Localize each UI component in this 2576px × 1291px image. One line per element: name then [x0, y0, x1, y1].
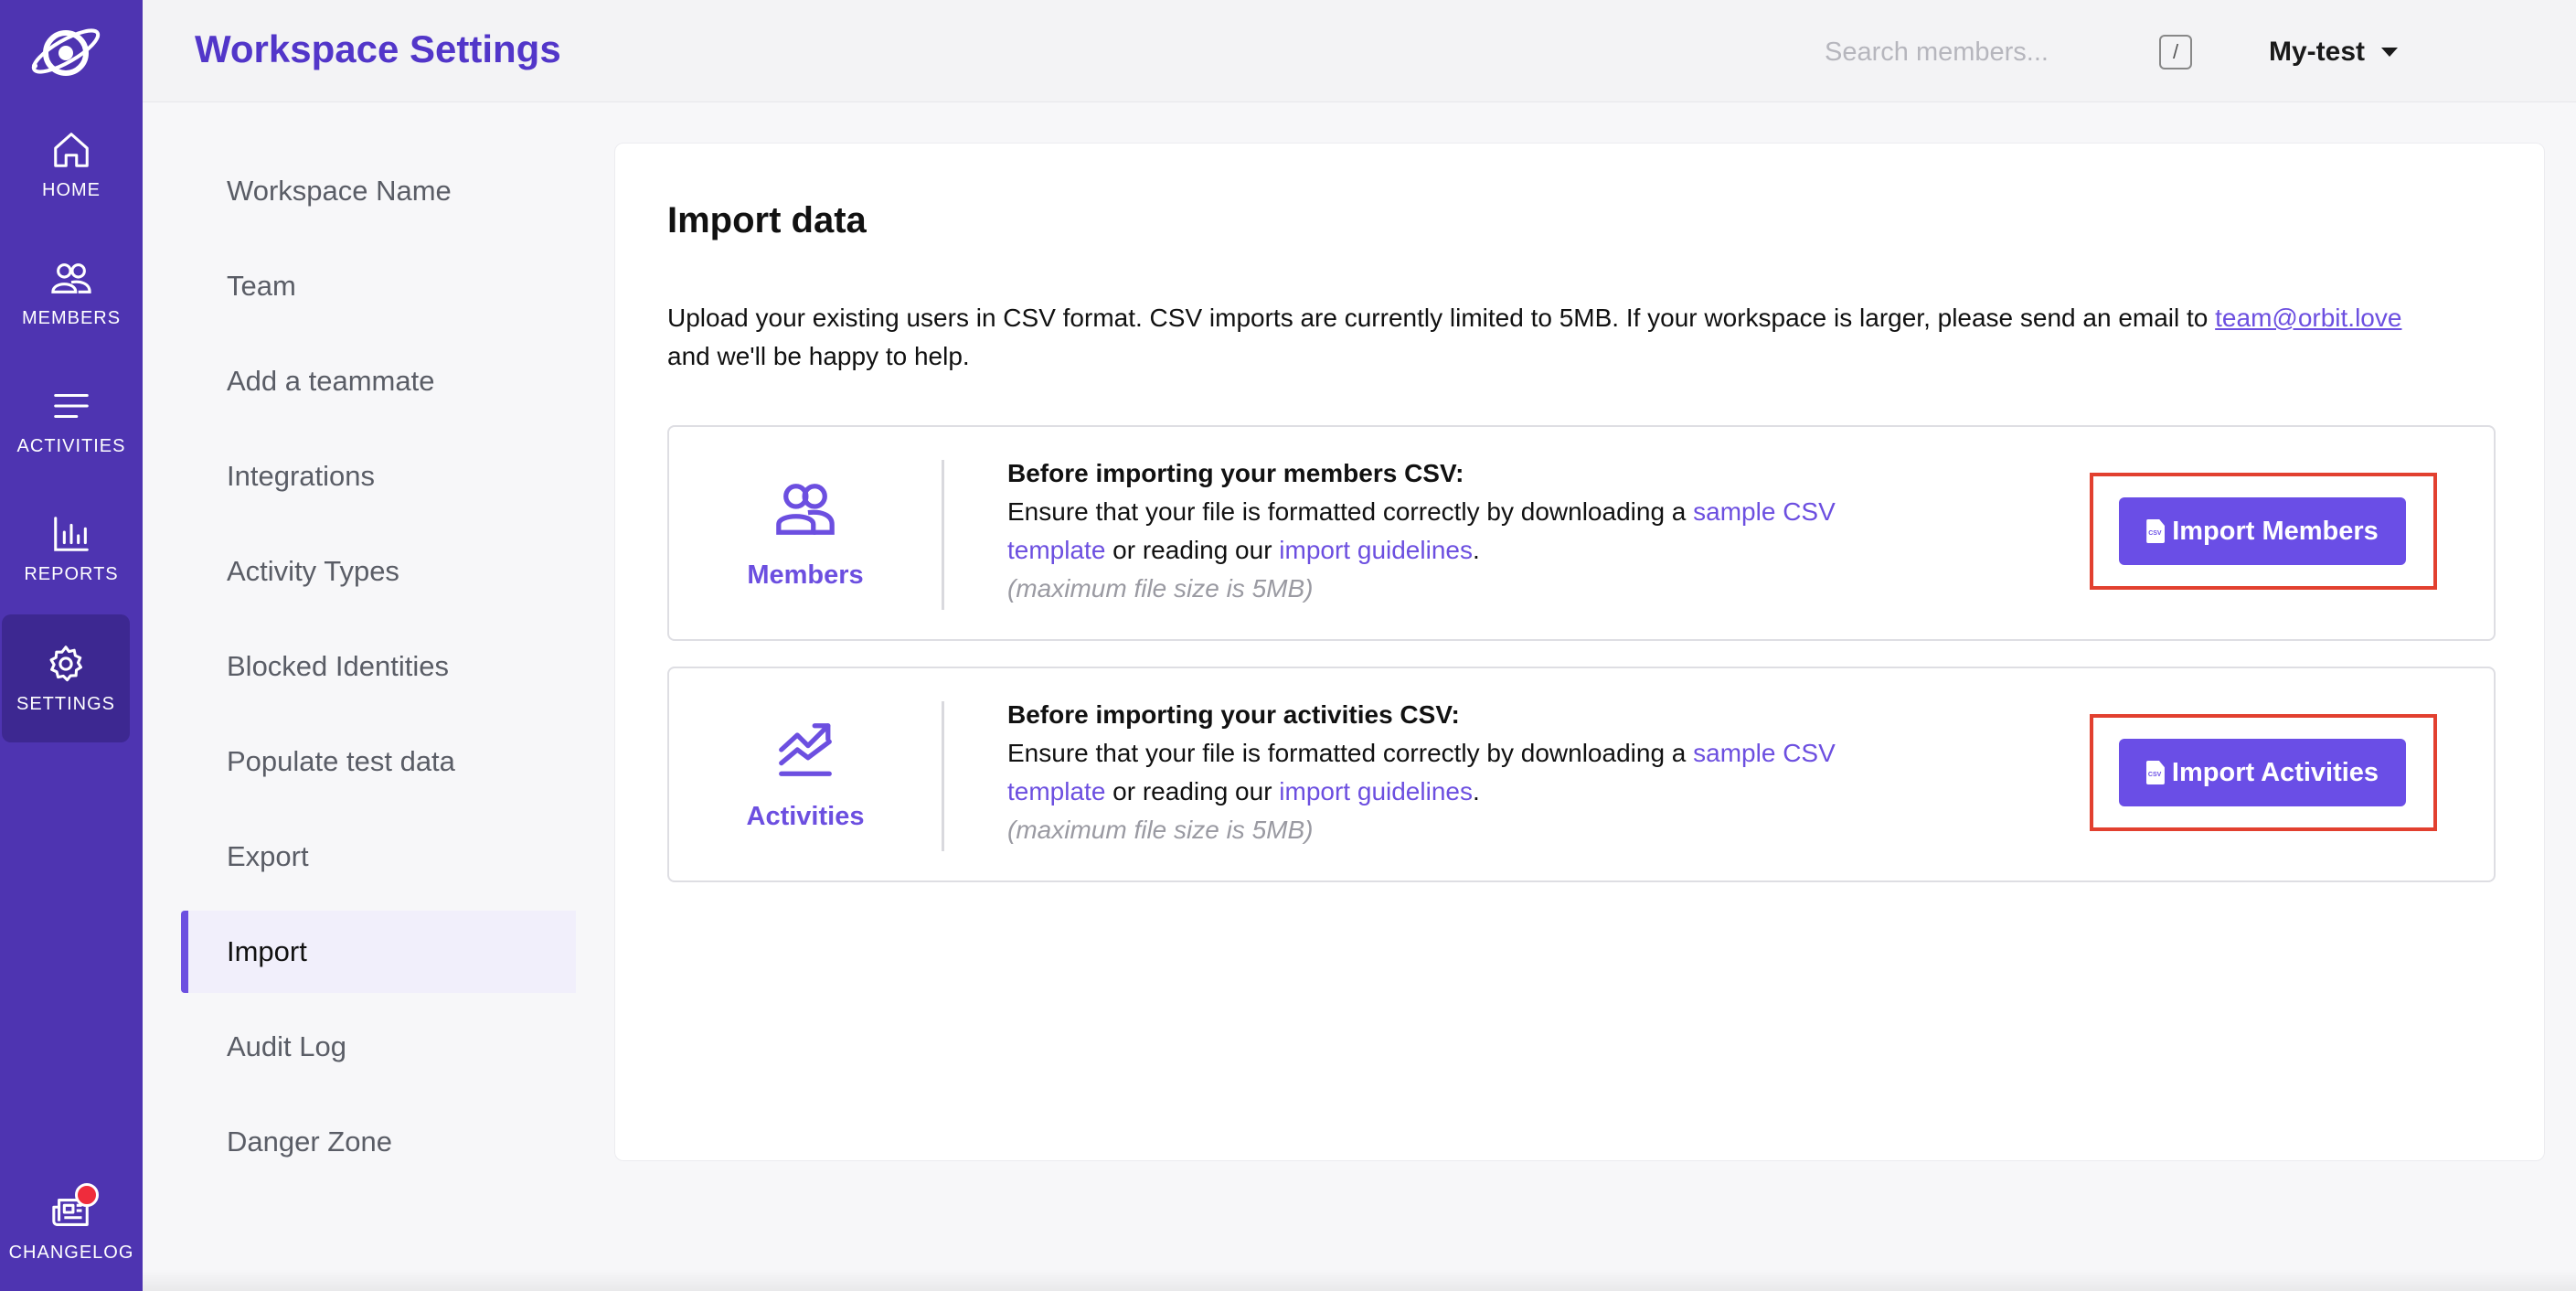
notification-badge	[75, 1183, 99, 1207]
home-icon	[54, 132, 89, 167]
divider	[942, 701, 944, 851]
rail-activities[interactable]: ACTIVITIES	[0, 357, 143, 485]
top-bar: Workspace Settings / My-test	[143, 0, 2576, 102]
settings-nav-team[interactable]: Team	[181, 245, 576, 327]
settings-nav-audit-log[interactable]: Audit Log	[181, 1006, 576, 1088]
settings-nav-danger-zone[interactable]: Danger Zone	[181, 1101, 576, 1183]
activities-box-label: Activities	[746, 801, 865, 831]
settings-nav-blocked-identities[interactable]: Blocked Identities	[181, 625, 576, 708]
search-input[interactable]	[1825, 27, 2126, 77]
instructions-text: .	[1472, 536, 1480, 564]
activities-icon	[54, 393, 89, 418]
section-title: Import data	[667, 200, 867, 240]
intro-tail: and we'll be happy to help.	[667, 342, 970, 370]
reports-icon	[54, 516, 89, 551]
workspace-switcher[interactable]: My-test	[2269, 29, 2399, 75]
activities-box-header: Activities	[669, 668, 942, 880]
page-title: Workspace Settings	[195, 27, 561, 70]
settings-nav-add-teammate[interactable]: Add a teammate	[181, 340, 576, 422]
rail-home[interactable]: HOME	[0, 101, 143, 229]
orbit-logo-icon[interactable]	[26, 18, 108, 84]
members-icon	[776, 483, 835, 535]
instructions-text: .	[1472, 777, 1480, 806]
instructions-text: Ensure that your file is formatted corre…	[1007, 497, 1694, 526]
rail-changelog[interactable]: CHANGELOG	[0, 1163, 143, 1291]
csv-file-icon: CSV	[2146, 519, 2166, 543]
instructions-text: Ensure that your file is formatted corre…	[1007, 739, 1694, 767]
main-rail: HOME MEMBERS ACTIVITIES REPORTS SETTINGS…	[0, 0, 143, 1291]
csv-tag: CSV	[2147, 772, 2162, 778]
settings-nav-activity-types[interactable]: Activity Types	[181, 530, 576, 613]
settings-nav-integrations[interactable]: Integrations	[181, 435, 576, 517]
intro-text: Upload your existing users in CSV format…	[667, 299, 2514, 376]
trending-up-icon	[779, 722, 832, 776]
members-box-label: Members	[747, 560, 864, 590]
members-import-box: Members Before importing your members CS…	[667, 425, 2496, 641]
settings-nav-import[interactable]: Import	[181, 911, 576, 993]
settings-nav-workspace-name[interactable]: Workspace Name	[181, 150, 576, 232]
rail-label: MEMBERS	[21, 307, 122, 328]
import-data-card: Import data Upload your existing users i…	[614, 143, 2545, 1161]
support-email-link[interactable]: team@orbit.love	[2215, 304, 2401, 332]
members-box-header: Members	[669, 427, 942, 639]
workspace-name: My-test	[2269, 37, 2366, 67]
gear-icon	[49, 645, 83, 681]
rail-label: HOME	[42, 179, 101, 200]
import-members-button[interactable]: CSV Import Members	[2119, 497, 2406, 565]
search-shortcut-key: /	[2159, 35, 2192, 69]
import-members-label: Import Members	[2172, 516, 2379, 546]
activities-instructions-heading: Before importing your activities CSV:	[1007, 700, 1460, 729]
rail-label: SETTINGS	[16, 693, 115, 714]
rail-reports[interactable]: REPORTS	[0, 485, 143, 613]
activities-instructions-body: Ensure that your file is formatted corre…	[1007, 734, 1885, 811]
import-activities-label: Import Activities	[2171, 757, 2379, 787]
intro-body: Upload your existing users in CSV format…	[667, 304, 2216, 332]
activities-file-size-note: (maximum file size is 5MB)	[1007, 816, 1314, 844]
chevron-down-icon	[2381, 48, 2399, 57]
rail-label: CHANGELOG	[8, 1242, 134, 1263]
settings-nav-export[interactable]: Export	[181, 816, 576, 898]
activities-import-guidelines-link[interactable]: import guidelines	[1279, 777, 1473, 806]
rail-label: REPORTS	[24, 563, 119, 584]
rail-settings[interactable]: SETTINGS	[2, 614, 130, 742]
settings-nav-populate-test-data[interactable]: Populate test data	[181, 720, 576, 803]
instructions-text: or reading our	[1105, 536, 1280, 564]
csv-tag: CSV	[2148, 530, 2162, 537]
settings-nav: Workspace Name Team Add a teammate Integ…	[181, 150, 576, 1196]
rail-label: ACTIVITIES	[16, 435, 126, 456]
members-instructions-heading: Before importing your members CSV:	[1007, 459, 1464, 487]
bottom-shadow	[143, 1269, 2576, 1291]
members-import-guidelines-link[interactable]: import guidelines	[1279, 536, 1473, 564]
members-file-size-note: (maximum file size is 5MB)	[1007, 574, 1314, 603]
members-instructions-body: Ensure that your file is formatted corre…	[1007, 493, 1885, 570]
activities-instructions: Before importing your activities CSV: En…	[1007, 696, 1885, 849]
import-activities-button[interactable]: CSV Import Activities	[2119, 739, 2406, 806]
activities-import-box: Activities Before importing your activit…	[667, 667, 2496, 882]
members-icon	[51, 262, 91, 293]
divider	[942, 460, 944, 610]
rail-members[interactable]: MEMBERS	[0, 229, 143, 357]
instructions-text: or reading our	[1105, 777, 1280, 806]
members-instructions: Before importing your members CSV: Ensur…	[1007, 454, 1885, 608]
csv-file-icon: CSV	[2145, 761, 2165, 784]
